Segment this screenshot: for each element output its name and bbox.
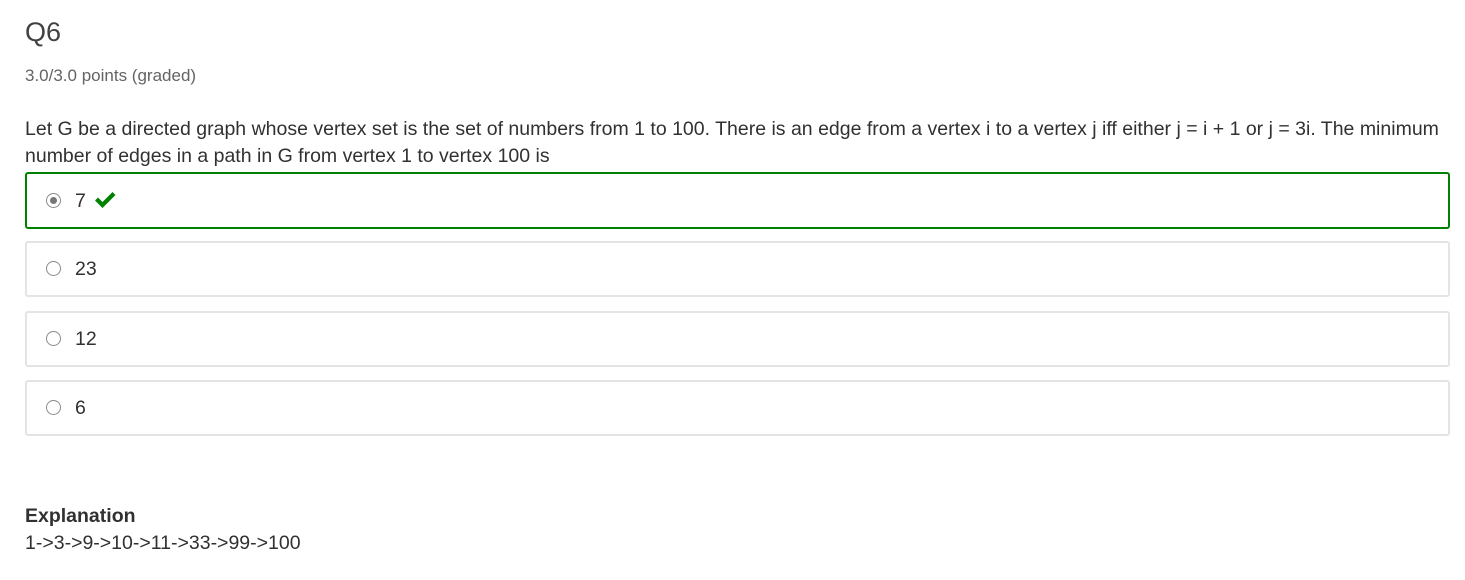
choice-label: 7 [75,189,86,212]
choice-label: 23 [75,258,97,280]
checkmark-icon [95,191,116,208]
explanation-heading: Explanation [25,505,136,527]
explanation-text: 1->3->9->10->11->33->99->100 [25,532,301,554]
choice-option-3[interactable]: 12 [25,311,1450,367]
radio-button[interactable] [46,261,61,276]
choice-option-2[interactable]: 23 [25,241,1450,297]
radio-button-selected[interactable] [46,192,61,208]
choice-option-1[interactable]: 7 [25,172,1450,229]
problem-points: 3.0/3.0 points (graded) [25,66,197,85]
problem-title: Q6 [25,17,62,47]
choice-label: 12 [75,328,97,350]
choice-label: 6 [75,397,86,419]
question-text: Let G be a directed graph whose vertex s… [25,118,1439,167]
radio-button[interactable] [46,400,61,415]
radio-button[interactable] [46,331,61,346]
choice-option-4[interactable]: 6 [25,380,1450,436]
